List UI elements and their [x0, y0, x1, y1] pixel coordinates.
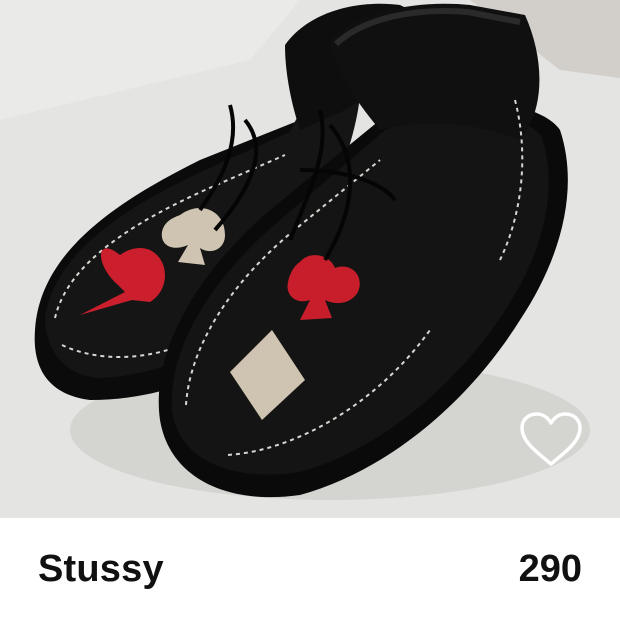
heart-outline-icon	[520, 412, 582, 466]
listing-card[interactable]: Stussy 290	[0, 0, 620, 620]
favorite-button[interactable]	[518, 410, 588, 474]
brand-name: Stussy	[38, 548, 164, 590]
product-photo[interactable]	[0, 0, 620, 518]
price-label: 290	[518, 548, 582, 590]
